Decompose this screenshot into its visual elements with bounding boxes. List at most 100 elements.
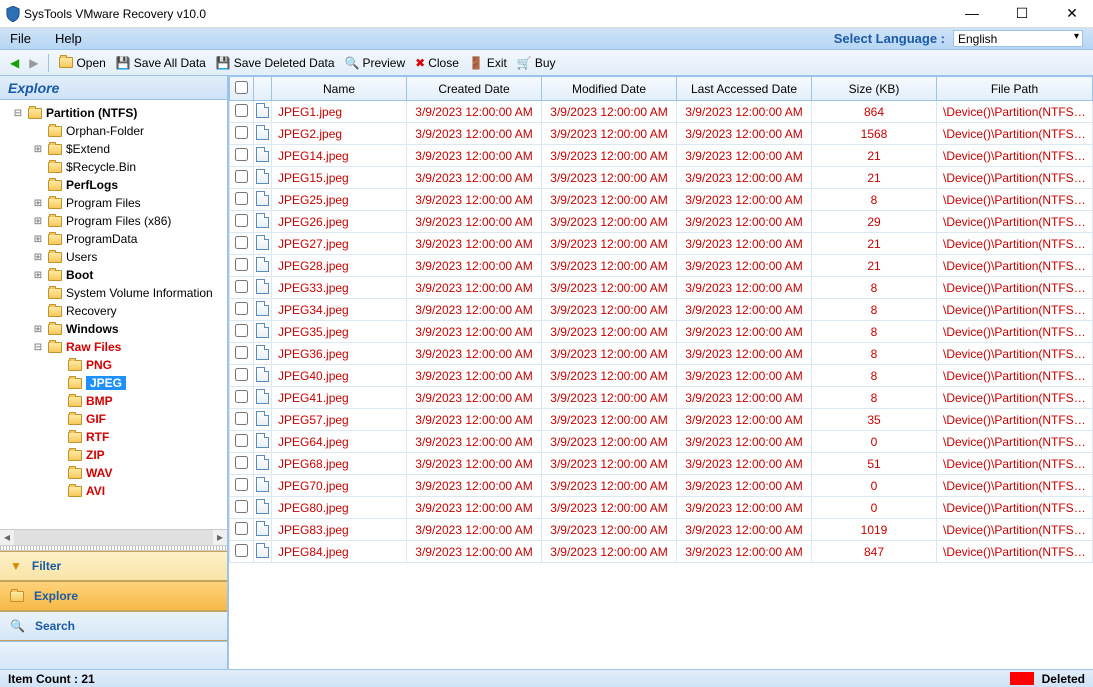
row-checkbox[interactable]: [235, 104, 248, 117]
table-row[interactable]: JPEG14.jpeg3/9/2023 12:00:00 AM3/9/2023 …: [230, 145, 1093, 167]
table-row[interactable]: JPEG83.jpeg3/9/2023 12:00:00 AM3/9/2023 …: [230, 519, 1093, 541]
nav-forward-button[interactable]: ▶: [25, 54, 42, 72]
expand-toggle[interactable]: ⊞: [32, 216, 44, 227]
tree-node[interactable]: RTF: [2, 428, 225, 446]
tree-node[interactable]: ⊟Raw Files: [2, 338, 225, 356]
tree-node[interactable]: ZIP: [2, 446, 225, 464]
tree-hscroll[interactable]: ◂ ▸: [0, 529, 227, 545]
row-checkbox[interactable]: [235, 544, 248, 557]
row-checkbox[interactable]: [235, 478, 248, 491]
exit-button[interactable]: 🚪Exit: [465, 54, 511, 72]
buy-button[interactable]: 🛒Buy: [513, 54, 560, 72]
row-checkbox[interactable]: [235, 192, 248, 205]
nav-filter[interactable]: ▼ Filter: [0, 551, 227, 581]
table-row[interactable]: JPEG26.jpeg3/9/2023 12:00:00 AM3/9/2023 …: [230, 211, 1093, 233]
row-checkbox[interactable]: [235, 368, 248, 381]
tree-node[interactable]: BMP: [2, 392, 225, 410]
row-checkbox[interactable]: [235, 500, 248, 513]
row-checkbox[interactable]: [235, 456, 248, 469]
table-row[interactable]: JPEG1.jpeg3/9/2023 12:00:00 AM3/9/2023 1…: [230, 101, 1093, 123]
tree-node[interactable]: ⊞Users: [2, 248, 225, 266]
table-row[interactable]: JPEG33.jpeg3/9/2023 12:00:00 AM3/9/2023 …: [230, 277, 1093, 299]
col-checkbox[interactable]: [230, 77, 254, 101]
row-checkbox[interactable]: [235, 434, 248, 447]
tree-node[interactable]: Recovery: [2, 302, 225, 320]
tree-node[interactable]: JPEG: [2, 374, 225, 392]
tree-node[interactable]: ⊞Windows: [2, 320, 225, 338]
close-button[interactable]: ✖Close: [411, 54, 463, 72]
row-checkbox[interactable]: [235, 148, 248, 161]
table-row[interactable]: JPEG64.jpeg3/9/2023 12:00:00 AM3/9/2023 …: [230, 431, 1093, 453]
tree-node[interactable]: System Volume Information: [2, 284, 225, 302]
folder-tree[interactable]: ⊟Partition (NTFS)Orphan-Folder⊞$Extend$R…: [0, 100, 227, 529]
open-button[interactable]: Open: [55, 54, 109, 72]
save-all-button[interactable]: 💾Save All Data: [112, 54, 210, 72]
table-row[interactable]: JPEG80.jpeg3/9/2023 12:00:00 AM3/9/2023 …: [230, 497, 1093, 519]
maximize-button[interactable]: ☐: [1007, 5, 1037, 22]
menu-help[interactable]: Help: [55, 31, 82, 46]
row-checkbox[interactable]: [235, 412, 248, 425]
nav-back-button[interactable]: ◀: [6, 54, 23, 72]
table-row[interactable]: JPEG28.jpeg3/9/2023 12:00:00 AM3/9/2023 …: [230, 255, 1093, 277]
save-deleted-button[interactable]: 💾Save Deleted Data: [212, 54, 339, 72]
row-checkbox[interactable]: [235, 258, 248, 271]
tree-node[interactable]: WAV: [2, 464, 225, 482]
row-checkbox[interactable]: [235, 236, 248, 249]
table-row[interactable]: JPEG41.jpeg3/9/2023 12:00:00 AM3/9/2023 …: [230, 387, 1093, 409]
expand-toggle[interactable]: ⊞: [32, 198, 44, 209]
nav-search[interactable]: 🔍 Search: [0, 611, 227, 641]
col-size[interactable]: Size (KB): [812, 77, 937, 101]
table-row[interactable]: JPEG57.jpeg3/9/2023 12:00:00 AM3/9/2023 …: [230, 409, 1093, 431]
select-all-checkbox[interactable]: [235, 81, 248, 94]
col-path[interactable]: File Path: [937, 77, 1093, 101]
table-row[interactable]: JPEG25.jpeg3/9/2023 12:00:00 AM3/9/2023 …: [230, 189, 1093, 211]
table-row[interactable]: JPEG2.jpeg3/9/2023 12:00:00 AM3/9/2023 1…: [230, 123, 1093, 145]
table-row[interactable]: JPEG70.jpeg3/9/2023 12:00:00 AM3/9/2023 …: [230, 475, 1093, 497]
table-row[interactable]: JPEG68.jpeg3/9/2023 12:00:00 AM3/9/2023 …: [230, 453, 1093, 475]
tree-node[interactable]: AVI: [2, 482, 225, 500]
table-row[interactable]: JPEG35.jpeg3/9/2023 12:00:00 AM3/9/2023 …: [230, 321, 1093, 343]
tree-node[interactable]: Orphan-Folder: [2, 122, 225, 140]
expand-toggle[interactable]: ⊞: [32, 234, 44, 245]
table-row[interactable]: JPEG84.jpeg3/9/2023 12:00:00 AM3/9/2023 …: [230, 541, 1093, 563]
tree-node[interactable]: ⊟Partition (NTFS): [2, 104, 225, 122]
menu-file[interactable]: File: [10, 31, 31, 46]
col-created[interactable]: Created Date: [407, 77, 542, 101]
row-checkbox[interactable]: [235, 214, 248, 227]
table-row[interactable]: JPEG27.jpeg3/9/2023 12:00:00 AM3/9/2023 …: [230, 233, 1093, 255]
expand-toggle[interactable]: ⊞: [32, 324, 44, 335]
row-checkbox[interactable]: [235, 324, 248, 337]
col-icon[interactable]: [254, 77, 272, 101]
nav-explore[interactable]: Explore: [0, 581, 227, 611]
table-row[interactable]: JPEG40.jpeg3/9/2023 12:00:00 AM3/9/2023 …: [230, 365, 1093, 387]
row-checkbox[interactable]: [235, 390, 248, 403]
expand-toggle[interactable]: ⊟: [12, 108, 24, 119]
row-checkbox[interactable]: [235, 346, 248, 359]
close-window-button[interactable]: ✕: [1057, 5, 1087, 22]
row-checkbox[interactable]: [235, 302, 248, 315]
expand-toggle[interactable]: ⊟: [32, 342, 44, 353]
table-row[interactable]: JPEG15.jpeg3/9/2023 12:00:00 AM3/9/2023 …: [230, 167, 1093, 189]
col-name[interactable]: Name: [272, 77, 407, 101]
row-checkbox[interactable]: [235, 126, 248, 139]
language-select[interactable]: English: [953, 30, 1083, 47]
expand-toggle[interactable]: ⊞: [32, 252, 44, 263]
row-checkbox[interactable]: [235, 280, 248, 293]
expand-toggle[interactable]: ⊞: [32, 144, 44, 155]
col-modified[interactable]: Modified Date: [542, 77, 677, 101]
row-checkbox[interactable]: [235, 170, 248, 183]
tree-node[interactable]: ⊞Program Files: [2, 194, 225, 212]
row-checkbox[interactable]: [235, 522, 248, 535]
minimize-button[interactable]: —: [957, 5, 987, 22]
tree-node[interactable]: ⊞ProgramData: [2, 230, 225, 248]
tree-node[interactable]: ⊞Program Files (x86): [2, 212, 225, 230]
tree-node[interactable]: PerfLogs: [2, 176, 225, 194]
tree-node[interactable]: ⊞$Extend: [2, 140, 225, 158]
col-accessed[interactable]: Last Accessed Date: [677, 77, 812, 101]
tree-node[interactable]: ⊞Boot: [2, 266, 225, 284]
tree-node[interactable]: $Recycle.Bin: [2, 158, 225, 176]
expand-toggle[interactable]: ⊞: [32, 270, 44, 281]
preview-button[interactable]: 🔍Preview: [341, 54, 410, 72]
tree-node[interactable]: PNG: [2, 356, 225, 374]
table-row[interactable]: JPEG34.jpeg3/9/2023 12:00:00 AM3/9/2023 …: [230, 299, 1093, 321]
